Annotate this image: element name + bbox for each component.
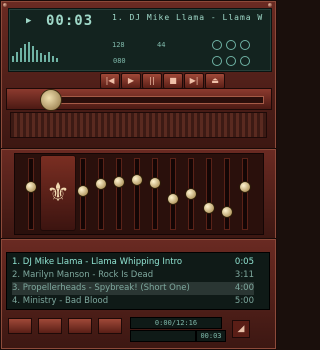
seek-track[interactable] [52, 96, 264, 104]
rivet [268, 3, 272, 7]
mini-transport[interactable] [130, 330, 196, 342]
eq-band-knob[interactable] [113, 176, 125, 188]
play-button[interactable]: ▶ [121, 73, 141, 89]
playlist-item-label: 1. DJ Mike Llama - Llama Whipping Intro [12, 257, 183, 267]
playlist-item-label: 2. Marilyn Manson - Rock Is Dead [12, 270, 154, 280]
eq-band-slot [242, 158, 248, 230]
playlist-item-label: 4. Ministry - Bad Blood [12, 296, 109, 306]
resize-handle[interactable]: ◢ [232, 320, 250, 338]
eq-band-knob[interactable] [185, 188, 197, 200]
playlist-item[interactable]: 2. Marilyn Manson - Rock Is Dead 3:11 [12, 269, 254, 282]
toggle-c[interactable] [240, 40, 250, 50]
next-button[interactable]: ▶| [184, 73, 204, 89]
eq-band-slot [98, 158, 104, 230]
eq-band-slot [134, 158, 140, 230]
select-button[interactable] [68, 318, 92, 334]
seek-knob[interactable] [40, 89, 62, 111]
toggle-b[interactable] [226, 40, 236, 50]
playlist-item-time: 5:00 [234, 296, 254, 306]
eq-band-knob[interactable] [131, 173, 143, 186]
fleur-de-lis-icon: ⚜ [40, 155, 76, 231]
playlist-item-time: 4:00 [234, 283, 254, 293]
toggle-e[interactable] [226, 56, 236, 66]
toggle-d[interactable] [212, 56, 222, 66]
khz-display: 44 [157, 41, 166, 49]
eq-band-slot [28, 158, 34, 230]
volume-balance-sliders[interactable] [212, 56, 262, 66]
spectrum-visualizer[interactable] [12, 40, 70, 62]
eq-band-knob[interactable] [239, 180, 251, 193]
volume-display: 080 [113, 57, 126, 65]
misc-button[interactable] [98, 318, 122, 334]
previous-button[interactable]: |◀ [100, 73, 120, 89]
playlist-total-time: 0:00/12:16 [130, 317, 222, 329]
eq-band-slot [116, 158, 122, 230]
playlist-elapsed-time: 00:03 [196, 330, 226, 342]
kbps-display: 128 [112, 41, 125, 49]
eq-band-slot [206, 158, 212, 230]
song-title-marquee[interactable]: 1. DJ Mike Llama - Llama Whipping Intro [112, 13, 264, 22]
eq-band-knob[interactable] [221, 206, 233, 218]
mode-toggles [212, 40, 262, 50]
speaker-grille [10, 112, 267, 138]
eq-band-slot [152, 158, 158, 230]
remove-button[interactable] [38, 318, 62, 334]
playlist-item-time: 0:05 [234, 257, 254, 267]
playlist-item-selected[interactable]: 3. Propellerheads - Spybreak! (Short One… [12, 282, 254, 295]
rivet [3, 3, 7, 7]
playlist-item[interactable]: 1. DJ Mike Llama - Llama Whipping Intro … [12, 256, 254, 269]
pause-button[interactable]: || [142, 73, 162, 89]
eq-band-slot [224, 158, 230, 230]
eject-button[interactable]: ⏏ [205, 73, 225, 89]
eq-preamp-knob[interactable] [25, 180, 37, 193]
playlist-item-label: 3. Propellerheads - Spybreak! (Short One… [12, 283, 190, 293]
toggle-f[interactable] [240, 56, 250, 66]
eq-band-knob[interactable] [77, 185, 89, 197]
time-display[interactable]: 00:03 [46, 13, 93, 29]
toggle-a[interactable] [212, 40, 222, 50]
add-button[interactable] [8, 318, 32, 334]
play-indicator-icon: ▶ [26, 16, 32, 26]
playlist-item-time: 3:11 [234, 270, 254, 280]
stop-button[interactable]: ■ [163, 73, 183, 89]
playlist-item[interactable]: 4. Ministry - Bad Blood 5:00 [12, 295, 254, 308]
eq-band-knob[interactable] [167, 192, 179, 205]
